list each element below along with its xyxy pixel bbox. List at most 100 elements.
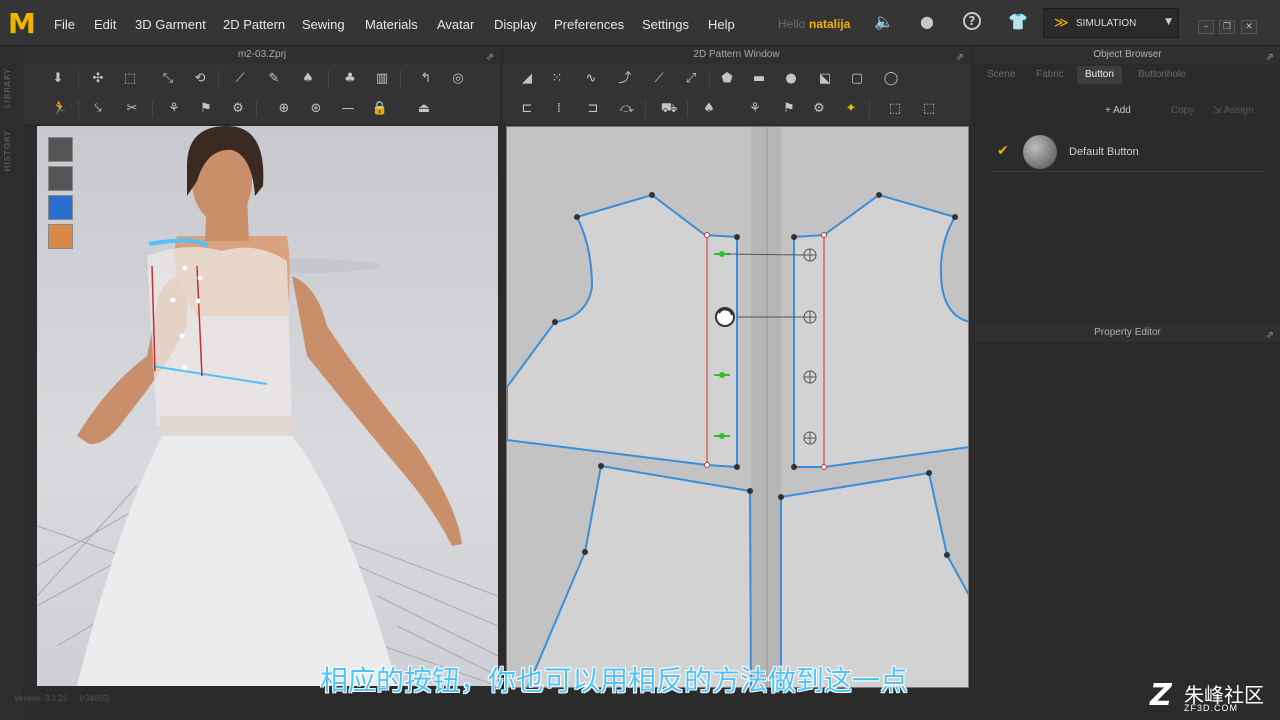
avatar-pose-icon[interactable]: 🏃 [50,99,70,119]
tab-button[interactable]: Button [1077,66,1122,84]
internal-polygon-icon[interactable]: ⬕ [815,69,835,89]
select-move-icon[interactable]: ⬇ [48,69,68,89]
chevron-down-icon[interactable]: ▼ [1165,17,1172,27]
fold-icon[interactable]: ♣ [340,69,360,89]
internal-circle-icon[interactable]: ◯ [881,69,901,89]
show-pattern-toggle[interactable] [48,195,73,220]
menu-display[interactable]: Display [494,17,537,32]
button-icon[interactable]: ⊛ [306,99,326,119]
tape-icon[interactable]: ↰ [416,69,436,89]
transform-icon[interactable]: ✣ [88,69,108,89]
left-sidebar: LIBRARY HISTORY [0,46,22,720]
menu-avatar[interactable]: Avatar [437,17,474,32]
list-item[interactable]: ✔ Default Button [989,134,1265,172]
cut-icon[interactable]: ⤢ [681,69,701,89]
menu-help[interactable]: Help [708,17,735,32]
circle-icon[interactable]: ● [781,69,801,89]
select-box-icon[interactable]: ⬚ [120,69,140,89]
copy-button[interactable]: Copy [1171,101,1194,121]
transform-pattern-icon[interactable]: ◢ [517,69,537,89]
skirt [77,436,397,686]
menu-2d-pattern[interactable]: 2D Pattern [223,17,285,32]
3d-viewport[interactable] [37,126,498,686]
expand-icon[interactable]: ⇗ [1266,49,1274,67]
username-label[interactable]: natalija [809,17,850,31]
menu-settings[interactable]: Settings [642,17,689,32]
edit-point-icon[interactable]: ⟋ [230,69,250,89]
hanger-icon[interactable]: ⚑ [196,99,216,119]
garment-fit-icon[interactable]: ♠ [298,69,318,89]
separator [709,70,710,88]
annotation-icon[interactable]: ⬚ [885,99,905,119]
menu-sewing[interactable]: Sewing [302,17,345,32]
pattern-icon[interactable]: ⚙ [228,99,248,119]
scale-icon[interactable]: ⤡ [158,69,178,89]
rectangle-icon[interactable]: ▬ [749,69,769,89]
check-seam-icon[interactable]: ⤼ [617,99,637,119]
minimize-button[interactable]: – [1198,20,1214,34]
button-add-icon[interactable]: ⊕ [274,99,294,119]
close-button[interactable]: ✕ [1241,20,1257,34]
object-browser-title: Object Browser [1093,49,1162,60]
separator [218,70,219,88]
tab-scene[interactable]: Scene [987,66,1015,84]
menu-bar: M File Edit 3D Garment 2D Pattern Sewing… [0,0,1280,46]
show-avatar-toggle[interactable] [48,166,73,191]
skirt-left-panel [526,464,752,687]
seam-segment-icon[interactable]: ⊏ [517,99,537,119]
tack-icon[interactable]: ⛟ [659,99,679,119]
select-buttonhole-icon[interactable]: ✦ [841,99,861,119]
avatar-skin-toggle[interactable] [48,224,73,249]
menu-materials[interactable]: Materials [365,17,418,32]
maximize-button[interactable]: ❐ [1219,20,1235,34]
tab-fabric[interactable]: Fabric [1036,66,1064,84]
assign-button[interactable]: ⇲ Assign [1213,101,1254,121]
button-2d-icon[interactable]: ⚘ [745,99,765,119]
hello-label: Hello [778,17,806,31]
line-icon[interactable]: — [338,99,358,119]
rotate-icon[interactable]: ⟲ [190,69,210,89]
edit-pattern-icon[interactable]: ⁙ [547,69,567,89]
pin-icon[interactable]: ✎ [264,69,284,89]
front-right-panel [793,193,968,468]
menu-preferences[interactable]: Preferences [554,17,624,32]
speaker-icon[interactable]: 🔈 [874,12,894,32]
polygon-icon[interactable]: ⬟ [717,69,737,89]
separator [687,100,688,118]
help-icon[interactable]: ? [963,12,981,30]
menu-edit[interactable]: Edit [94,17,116,32]
free-seam-icon[interactable]: ⁞ [549,99,569,119]
internal-rectangle-icon[interactable]: ▢ [847,69,867,89]
watermark: Z 朱峰社区 ZF3D.COM [1150,676,1280,720]
user-icon[interactable]: ● [917,12,937,32]
menu-file[interactable]: File [54,17,75,32]
add-button[interactable]: + Add [1105,101,1131,121]
simulation-button[interactable]: ≫ SIMULATION ▼ [1043,8,1179,38]
2d-pattern-viewport[interactable] [506,126,969,688]
separator [152,100,153,118]
grading-icon[interactable]: ⬚ [919,99,939,119]
edit-curve-icon[interactable]: ∿ [581,69,601,89]
buttonhole-icon[interactable]: 🔒 [370,99,390,119]
sidebar-item-library[interactable]: LIBRARY [3,68,12,108]
measure-icon[interactable]: ⤥ [88,99,108,119]
m-n-seam-icon[interactable]: ⊐ [583,99,603,119]
arrangement-icon[interactable]: ▥ [372,69,392,89]
needle-icon[interactable]: ✂ [122,99,142,119]
garment-icon[interactable]: 👕 [1008,12,1028,32]
loop-icon[interactable]: ◎ [448,69,468,89]
curvature-icon[interactable]: ⟋ [649,69,669,89]
zipper-icon[interactable]: ⏏ [414,99,434,119]
button-thumbnail [1023,135,1057,169]
tab-buttonhole[interactable]: Buttonhole [1138,66,1186,84]
expand-icon[interactable]: ⇗ [1266,327,1274,345]
add-point-icon[interactable]: ⤴ [615,69,635,89]
shirt-button-icon[interactable]: ⚘ [164,99,184,119]
select-button-icon[interactable]: ⚙ [809,99,829,119]
separator [256,100,257,118]
buttonhole-2d-icon[interactable]: ⚑ [779,99,799,119]
fold-arrangement-icon[interactable]: ♠ [699,99,719,119]
sidebar-item-history[interactable]: HISTORY [3,130,12,172]
menu-3d-garment[interactable]: 3D Garment [135,17,206,32]
show-garment-toggle[interactable] [48,137,73,162]
